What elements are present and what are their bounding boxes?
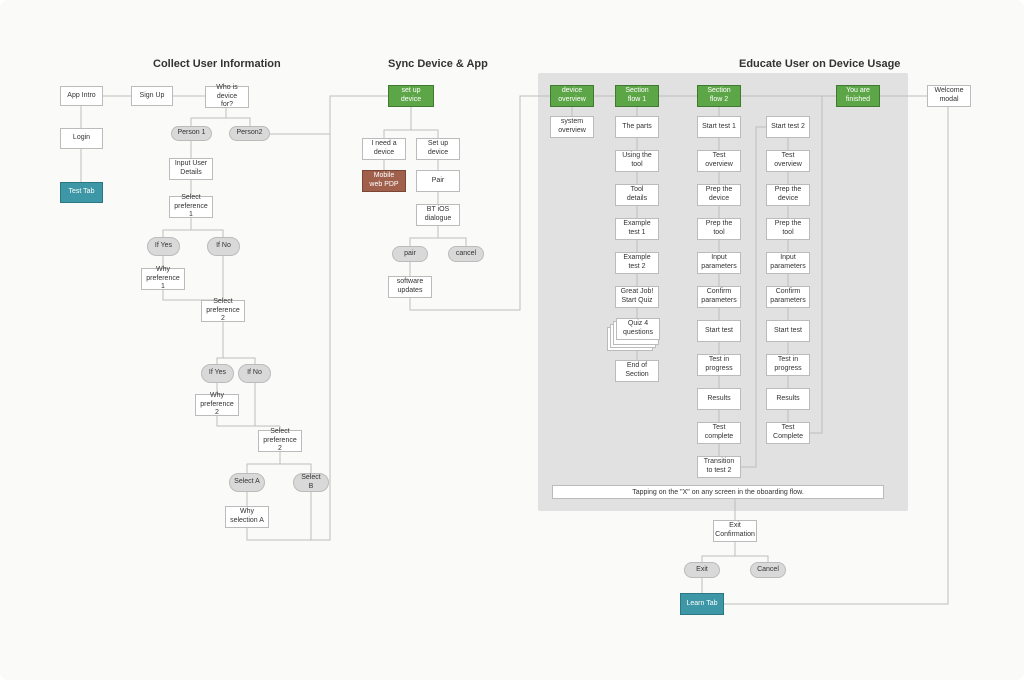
f2b-prep-device: Prep the device bbox=[766, 184, 810, 206]
node-mobile-pdp: Mobile web PDP bbox=[362, 170, 406, 192]
f1-parts: The parts bbox=[615, 116, 659, 138]
pill-if-no-2: If No bbox=[238, 364, 271, 383]
f2a-complete: Test complete bbox=[697, 422, 741, 444]
node-login: Login bbox=[60, 128, 103, 149]
node-select-pref1: Select preference 1 bbox=[169, 196, 213, 218]
pill-person2: Person2 bbox=[229, 126, 270, 141]
node-input-details: Input User Details bbox=[169, 158, 213, 180]
pill-select-b: Select B bbox=[293, 473, 329, 492]
node-section-flow2: Section flow 2 bbox=[697, 85, 741, 107]
node-setup-device2: Set up device bbox=[416, 138, 460, 160]
node-exit-confirm: Exit Confirmation bbox=[713, 520, 757, 542]
pill-exit: Exit bbox=[684, 562, 720, 578]
f2b-start2: Start test 2 bbox=[766, 116, 810, 138]
f1-quiz-stack: Quiz 4 questions bbox=[607, 318, 663, 350]
pill-select-a: Select A bbox=[229, 473, 265, 492]
node-bt-dialogue: BT iOS dialogue bbox=[416, 204, 460, 226]
f1-quiz: Quiz 4 questions bbox=[616, 318, 660, 340]
f2a-start-test: Start test bbox=[697, 320, 741, 342]
f1-great-job: Great Job! Start Quiz bbox=[615, 286, 659, 308]
node-sign-up: Sign Up bbox=[131, 86, 173, 106]
f1-example1: Example test 1 bbox=[615, 218, 659, 240]
f2b-results: Results bbox=[766, 388, 810, 410]
f2b-in-progress: Test in progress bbox=[766, 354, 810, 376]
node-system-overview: system overview bbox=[550, 116, 594, 138]
tap-note: Tapping on the "X" on any screen in the … bbox=[552, 485, 884, 499]
f2b-input-params: Input parameters bbox=[766, 252, 810, 274]
pill-if-yes-2: If Yes bbox=[201, 364, 234, 383]
f2b-start-test: Start test bbox=[766, 320, 810, 342]
node-app-intro: App Intro bbox=[60, 86, 103, 106]
f2b-confirm: Confirm parameters bbox=[766, 286, 810, 308]
f1-tool-details: Tool details bbox=[615, 184, 659, 206]
pill-cancel-exit: Cancel bbox=[750, 562, 786, 578]
node-need-device: I need a device bbox=[362, 138, 406, 160]
f2b-prep-tool: Prep the tool bbox=[766, 218, 810, 240]
f2b-complete: Test Complete bbox=[766, 422, 810, 444]
pill-person1: Person 1 bbox=[171, 126, 212, 141]
f1-example2: Example test 2 bbox=[615, 252, 659, 274]
f2a-overview: Test overview bbox=[697, 150, 741, 172]
node-why-pref1: Why preference 1 bbox=[141, 268, 185, 290]
node-device-overview: device overview bbox=[550, 85, 594, 107]
pill-cancel: cancel bbox=[448, 246, 484, 262]
node-you-finished: You are finished bbox=[836, 85, 880, 107]
node-who-for: Who is device for? bbox=[205, 86, 249, 108]
f1-using-tool: Using the tool bbox=[615, 150, 659, 172]
pill-pair: pair bbox=[392, 246, 428, 262]
node-section-flow1: Section flow 1 bbox=[615, 85, 659, 107]
node-why-sel-a: Why selection A bbox=[225, 506, 269, 528]
node-learn-tab: Learn Tab bbox=[680, 593, 724, 615]
node-select-pref2b: Select preference 2 bbox=[258, 430, 302, 452]
f2a-prep-tool: Prep the tool bbox=[697, 218, 741, 240]
node-why-pref2: Why preference 2 bbox=[195, 394, 239, 416]
f2a-transition: Transition to test 2 bbox=[697, 456, 741, 478]
f2a-start1: Start test 1 bbox=[697, 116, 741, 138]
f2a-prep-device: Prep the device bbox=[697, 184, 741, 206]
f2a-input-params: Input parameters bbox=[697, 252, 741, 274]
node-pair: Pair bbox=[416, 170, 460, 192]
f2b-overview: Test overview bbox=[766, 150, 810, 172]
f1-end-section: End of Section bbox=[615, 360, 659, 382]
f2a-in-progress: Test in progress bbox=[697, 354, 741, 376]
f2a-results: Results bbox=[697, 388, 741, 410]
node-welcome-modal: Welcome modal bbox=[927, 85, 971, 107]
node-test-tab: Test Tab bbox=[60, 182, 103, 203]
node-setup-device: set up device bbox=[388, 85, 434, 107]
node-select-pref2a: Select preference 2 bbox=[201, 300, 245, 322]
pill-if-no-1: If No bbox=[207, 237, 240, 256]
node-sw-updates: software updates bbox=[388, 276, 432, 298]
pill-if-yes-1: If Yes bbox=[147, 237, 180, 256]
f2a-confirm: Confirm parameters bbox=[697, 286, 741, 308]
